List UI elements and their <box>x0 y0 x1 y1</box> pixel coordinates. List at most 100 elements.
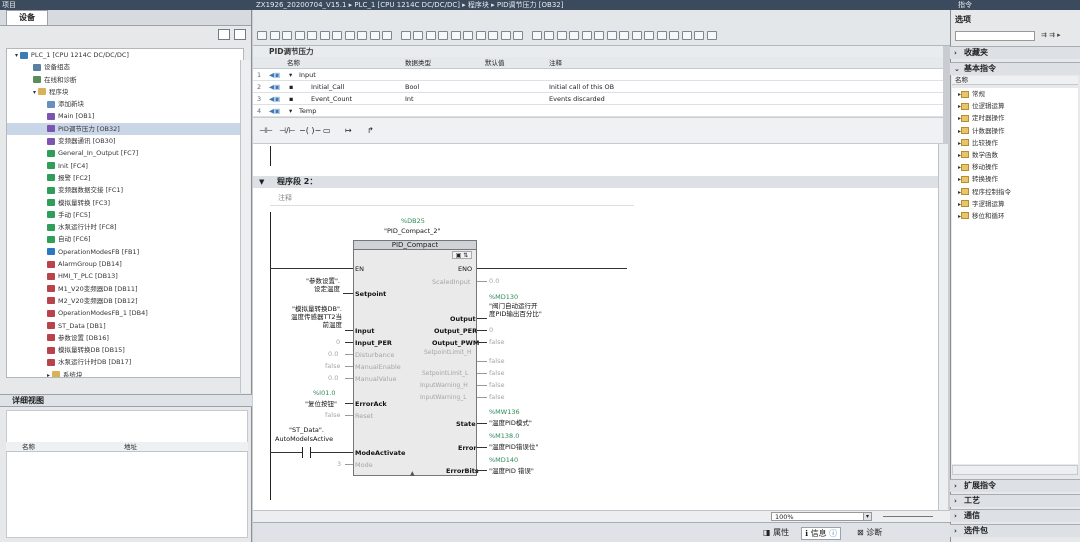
scaled-input-operand[interactable]: 0.0 <box>489 277 499 285</box>
tree-scrollbar[interactable] <box>240 60 250 393</box>
toolbar-button[interactable] <box>332 31 342 40</box>
instruction-folder[interactable]: ▸ 移位和循环 <box>952 210 1078 222</box>
input-warning-l-operand[interactable]: false <box>489 393 504 401</box>
tree-item[interactable]: Init [FC4] <box>7 160 243 172</box>
editor-vscrollbar[interactable] <box>938 144 948 520</box>
toolbar-button[interactable] <box>619 31 629 40</box>
instruction-folder[interactable]: ▸ 程序控制指令 <box>952 186 1078 198</box>
communication-section[interactable]: › 通信 <box>950 509 1080 522</box>
manual-enable-operand[interactable]: false <box>325 362 340 370</box>
extended-instructions-section[interactable]: › 扩展指令 <box>950 479 1080 492</box>
expand-icon[interactable]: ▸ <box>958 176 961 183</box>
tree-item[interactable]: 在线和诊断 <box>7 74 243 86</box>
toolbar-button[interactable] <box>581 31 592 40</box>
block-status-icon[interactable]: ▣ ⇅ <box>452 251 472 259</box>
tree-item[interactable]: 设备组态 <box>7 61 243 73</box>
diagnostics-tab[interactable]: ⊠ 诊断 <box>857 527 882 538</box>
reset-operand[interactable]: false <box>325 411 340 419</box>
toolbar-button[interactable] <box>488 31 498 40</box>
details-view-header[interactable]: 详细视图 <box>0 394 252 407</box>
properties-tab[interactable]: ◨ 属性 <box>763 527 789 538</box>
setpoint-limit-l-operand[interactable]: false <box>489 369 504 377</box>
tree-item[interactable]: HMI_T_PLC [DB13] <box>7 270 243 282</box>
view-toggle-icon[interactable] <box>218 29 230 40</box>
instruction-folder[interactable]: ▸ 定时器操作 <box>952 112 1078 124</box>
toolbar-button[interactable] <box>307 31 317 40</box>
pin-reset[interactable]: Reset <box>355 412 373 420</box>
toolbar-button[interactable] <box>400 31 411 40</box>
tree-item[interactable]: ST_Data [DB1] <box>7 320 243 332</box>
no-contact[interactable] <box>302 447 311 458</box>
manual-value-operand[interactable]: 0.0 <box>328 374 338 382</box>
toolbar-button[interactable] <box>357 31 367 40</box>
output-operand[interactable]: "阀门自动运行开 度PID输出百分比" <box>489 302 542 318</box>
toolbar-button[interactable] <box>656 31 667 40</box>
pin-mode-activate[interactable]: ModeActivate <box>355 449 405 457</box>
input-warning-h-operand[interactable]: false <box>489 381 504 389</box>
expand-icon[interactable]: ▸ <box>958 164 961 171</box>
pin-input-warning-h[interactable]: InputWarning_H <box>420 382 468 389</box>
interface-row[interactable]: ◀▣ ▪ 2 Initial_Call Bool Initial call of this… <box>253 81 943 93</box>
zoom-dropdown-icon[interactable]: ▾ <box>863 512 872 521</box>
toolbar-button[interactable] <box>606 31 617 40</box>
interface-row[interactable]: ◀▣ ▾ 1 Input <box>253 69 943 81</box>
instruction-folder[interactable]: ▸ 比较操作 <box>952 137 1078 149</box>
pin-scaled-input[interactable]: ScaledInput <box>432 278 470 286</box>
tree-item[interactable]: AlarmGroup [DB14] <box>7 258 243 270</box>
expand-icon[interactable]: ▸ <box>958 189 961 196</box>
pin-eno[interactable]: ENO <box>458 265 472 273</box>
editor-hscrollbar[interactable]: 100% ▾ <box>253 510 950 522</box>
pin-manual-enable[interactable]: ManualEnable <box>355 363 401 371</box>
sync-icon[interactable] <box>234 29 246 40</box>
devices-tab[interactable]: 设备 <box>6 10 48 25</box>
expand-icon[interactable]: ▸ <box>958 140 961 147</box>
toolbar-button[interactable] <box>282 31 292 40</box>
toolbar-button[interactable] <box>257 31 267 40</box>
error-operand[interactable]: "温度PID错误位" <box>489 441 538 451</box>
favorites-section[interactable]: › 收藏夹 <box>950 46 1080 59</box>
zoom-select[interactable]: 100% <box>771 512 869 521</box>
pin-mode[interactable]: Mode <box>355 461 373 469</box>
expand-pins-icon[interactable]: ▲ <box>410 470 415 477</box>
interface-row[interactable]: ◀▣ ▪ 3 Event_Count Int Events discarded <box>253 93 943 105</box>
toolbar-button[interactable] <box>382 31 392 40</box>
expand-icon[interactable]: ▸ <box>958 115 961 122</box>
instruction-folder[interactable]: ▸ 移动操作 <box>952 161 1078 173</box>
expand-icon[interactable]: ▸ <box>958 152 961 159</box>
toolbar-button[interactable] <box>513 31 523 40</box>
pin-output-pwm[interactable]: Output_PWM <box>432 339 479 347</box>
expand-icon[interactable]: ▸ <box>958 91 961 98</box>
ladder-symbol-button[interactable]: ↱ <box>367 126 374 135</box>
tree-item[interactable]: 水泵运行计时 [FC8] <box>7 221 243 233</box>
network-header[interactable]: ▼ 程序段 2： <box>253 176 938 188</box>
tree-item[interactable]: 变频器通讯 [OB30] <box>7 135 243 147</box>
toolbar-button[interactable] <box>450 31 461 40</box>
output-per-operand[interactable]: 0 <box>489 326 493 334</box>
technology-section[interactable]: › 工艺 <box>950 494 1080 507</box>
tree-item[interactable]: M2_V20变频器DB [DB12] <box>7 295 243 307</box>
ladder-symbol-button[interactable]: −( )− <box>299 126 321 135</box>
toolbar-button[interactable] <box>644 31 654 40</box>
state-address[interactable]: %MW136 <box>489 408 520 416</box>
toolbar-button[interactable] <box>694 31 704 40</box>
toolbar-button[interactable] <box>631 31 642 40</box>
toolbar-button[interactable] <box>594 31 604 40</box>
toolbar-button[interactable] <box>544 31 554 40</box>
toolbar-button[interactable] <box>369 31 380 40</box>
instruction-folder[interactable]: ▸ 转换操作 <box>952 173 1078 185</box>
toolbar-button[interactable] <box>706 31 717 40</box>
tree-item[interactable]: 自动 [FC6] <box>7 233 243 245</box>
expand-icon[interactable]: ▸ <box>958 201 961 208</box>
instructions-hscrollbar[interactable] <box>952 465 1078 475</box>
output-pwm-operand[interactable]: false <box>489 338 504 346</box>
toolbar-button[interactable] <box>681 31 692 40</box>
toolbar-button[interactable] <box>319 31 330 40</box>
toolbar-button[interactable] <box>413 31 423 40</box>
pin-setpoint[interactable]: Setpoint <box>355 290 386 298</box>
tree-item[interactable]: M1_V20变频器DB [DB11] <box>7 283 243 295</box>
pin-error[interactable]: Error <box>458 444 477 452</box>
toolbar-button[interactable] <box>463 31 473 40</box>
tree-item[interactable]: 模拟量转换DB [DB15] <box>7 344 243 356</box>
tree-item[interactable]: Main [OB1] <box>7 110 243 122</box>
toolbar-button[interactable] <box>294 31 305 40</box>
